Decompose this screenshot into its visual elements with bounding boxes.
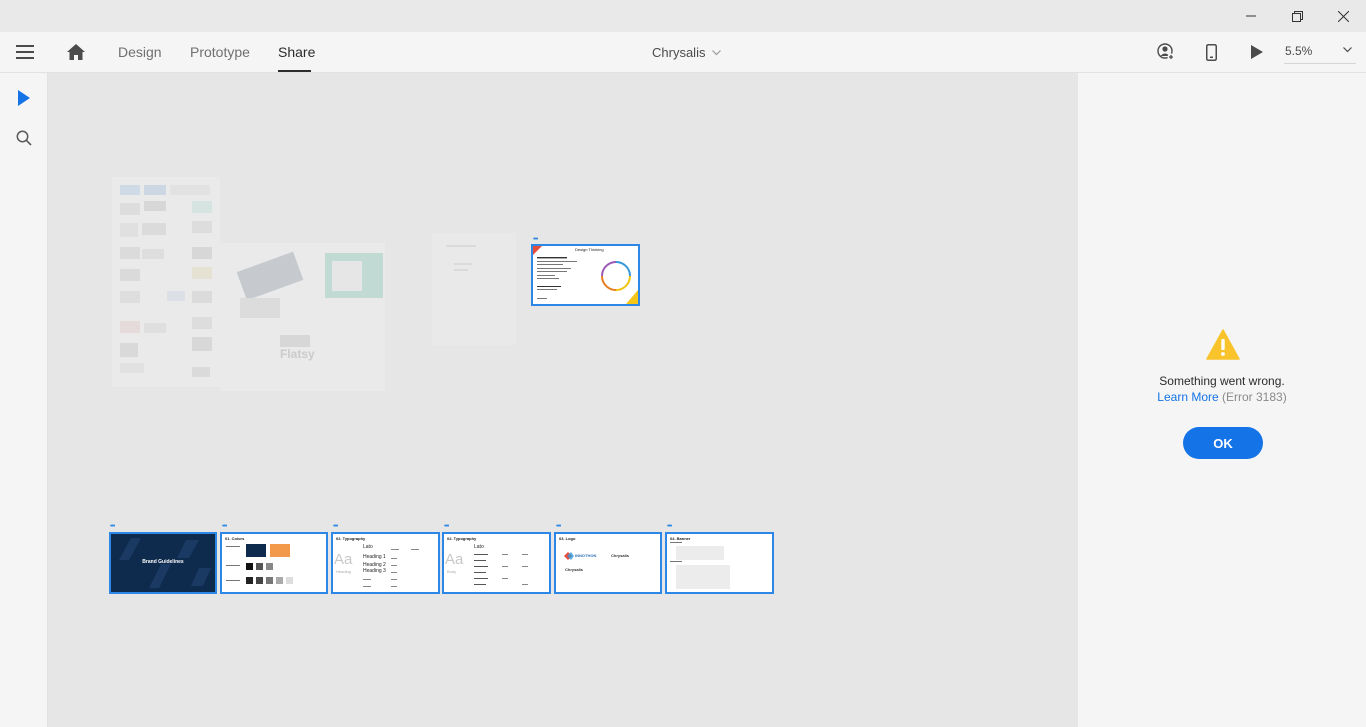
home-button[interactable] [65,41,87,63]
logo-mark [564,552,574,560]
search-tool[interactable] [12,126,36,150]
design-canvas[interactable]: Flatsy ••• Design Thinking ••• Brand Gui… [48,73,1078,727]
artboard-colors[interactable]: 01. Colors [220,532,328,594]
logo-wordmark: INNOTHON [575,553,597,558]
play-icon [1251,45,1263,59]
minimize-button[interactable] [1228,0,1274,32]
spec-table [474,554,528,585]
faded-mockup-artboard: Flatsy [220,243,385,391]
hamburger-menu-button[interactable] [14,42,36,62]
tab-design[interactable]: Design [118,44,162,60]
restore-icon [1291,10,1303,22]
banner-placeholders [670,542,730,589]
artboard-label: 03. Logo [559,536,576,541]
error-details: Learn More (Error 3183) [1078,389,1366,405]
home-icon [67,44,85,60]
app-header: Design Prototype Share Chrysalis 5.5% [0,32,1366,73]
faded-artboard-sheet [112,177,220,387]
device-icon [1205,43,1217,61]
svg-text:Flatsy: Flatsy [280,347,315,361]
error-code: (Error 3183) [1222,390,1287,404]
zoom-level: 5.5% [1285,44,1313,58]
artboard-typography-body[interactable]: 02. Typography Aa Body Lato [442,532,551,594]
hamburger-icon [16,45,34,59]
error-message: Something went wrong. [1159,374,1285,388]
zoom-dropdown[interactable]: 5.5% [1284,42,1356,64]
close-icon [1337,10,1349,22]
faded-text-artboard [432,233,516,345]
warning-icon [1206,329,1240,360]
chevron-down-icon [712,49,722,55]
search-icon [16,130,32,146]
artboard-brand-guidelines[interactable]: Brand Guidelines [109,532,217,594]
tab-prototype[interactable]: Prototype [190,44,250,60]
window-titlebar [0,0,1366,32]
logo-wordmark: Chrysalis [565,567,584,572]
artboard-handle[interactable]: ••• [556,523,561,530]
artboard-handle[interactable]: ••• [110,523,115,530]
logo-wordmark: Chrysalis [611,553,630,558]
play-preview-button[interactable] [1249,43,1265,61]
left-toolbar [0,73,48,727]
learn-more-link[interactable]: Learn More [1157,390,1218,404]
share-user-button[interactable] [1155,42,1177,62]
artboard-logo[interactable]: 03. Logo INNOTHON Chrysalis Chrysalis [554,532,662,594]
minimize-icon [1246,15,1256,17]
artboard-handle[interactable]: ••• [667,523,672,530]
artboard-design-thinking[interactable]: Design Thinking [531,244,640,306]
tab-share[interactable]: Share [278,44,315,60]
select-arrow-icon [18,90,30,106]
document-title-dropdown[interactable]: Chrysalis [652,45,722,60]
color-swatches [226,544,293,584]
close-button[interactable] [1320,0,1366,32]
spec-table [363,549,419,587]
artboard-handle[interactable]: ••• [222,523,227,530]
device-preview-button[interactable] [1203,42,1219,62]
share-panel: Something went wrong. Learn More (Error … [1078,73,1366,727]
artboard-handle[interactable]: ••• [333,523,338,530]
artboard-banner[interactable]: 04. Banner [665,532,774,594]
artboard-handle[interactable]: ••• [533,236,538,243]
select-tool[interactable] [12,86,36,110]
restore-button[interactable] [1274,0,1320,32]
document-title: Chrysalis [652,45,706,60]
ok-button[interactable]: OK [1183,427,1263,459]
artboard-typography-heading[interactable]: 02. Typography Aa Heading Lato Heading 1… [331,532,440,594]
chevron-down-icon [1343,47,1352,53]
artboard-content [533,246,638,304]
artboard-title: Brand Guidelines [142,559,184,565]
artboard-title: Design Thinking [575,247,604,252]
artboard-handle[interactable]: ••• [444,523,449,530]
active-tab-indicator [278,70,311,72]
user-share-icon [1157,43,1175,61]
